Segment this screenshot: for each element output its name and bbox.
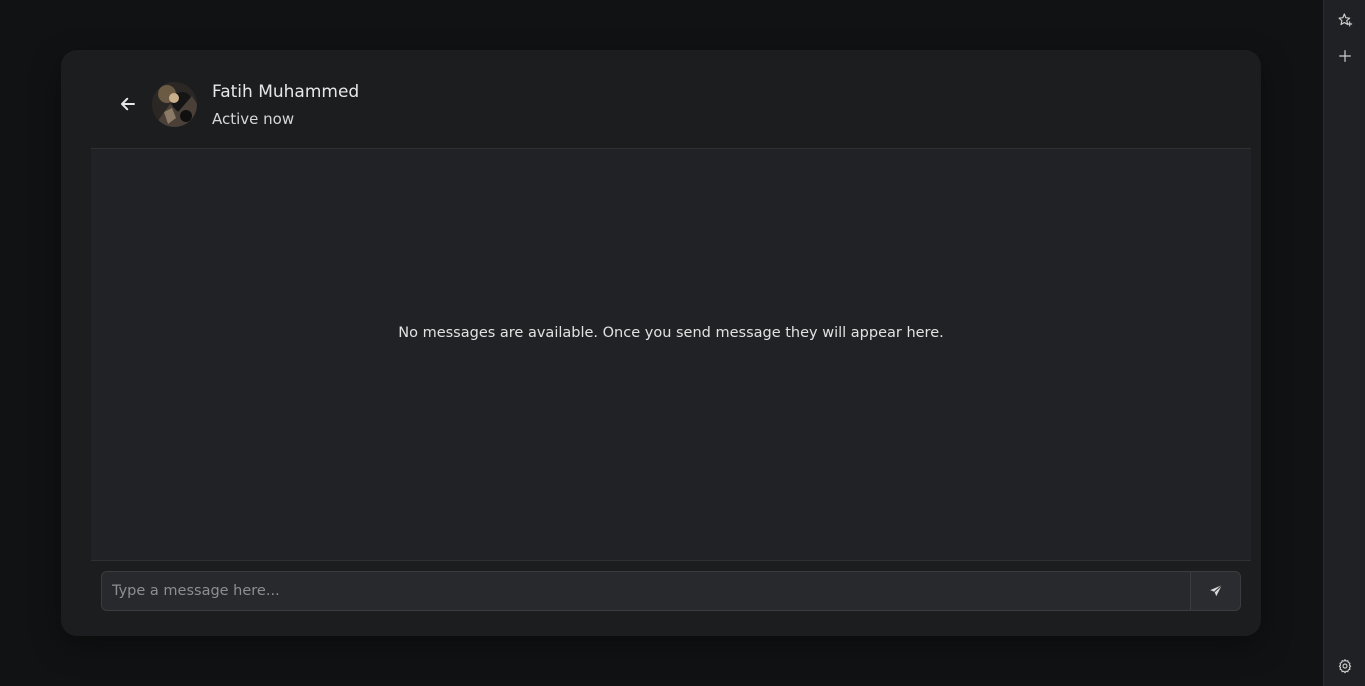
arrow-left-icon: [121, 97, 135, 111]
add-button[interactable]: [1336, 47, 1354, 65]
chat-header: Fatih Muhammed Active now: [91, 50, 1251, 149]
plus-icon: [1339, 50, 1351, 62]
chat-window: Fatih Muhammed Active now No messages ar…: [61, 50, 1261, 636]
contact-status: Active now: [212, 110, 295, 128]
empty-messages-text: No messages are available. Once you send…: [398, 325, 944, 341]
paper-plane-icon: [1209, 584, 1222, 597]
settings-button[interactable]: [1336, 657, 1354, 675]
sparkle-star-icon: [1338, 13, 1353, 27]
gear-icon: [1338, 659, 1352, 674]
right-sidebar: [1323, 0, 1365, 686]
sparkle-star-button[interactable]: [1336, 11, 1354, 29]
send-button[interactable]: [1191, 571, 1241, 611]
messages-area: No messages are available. Once you send…: [91, 149, 1251, 560]
back-button[interactable]: [118, 94, 138, 114]
message-composer: [91, 560, 1251, 636]
app-page: Fatih Muhammed Active now No messages ar…: [0, 0, 1365, 686]
contact-name: Fatih Muhammed: [212, 82, 360, 102]
avatar[interactable]: [152, 82, 197, 127]
message-input[interactable]: [101, 571, 1191, 611]
avatar-image: [152, 82, 197, 127]
